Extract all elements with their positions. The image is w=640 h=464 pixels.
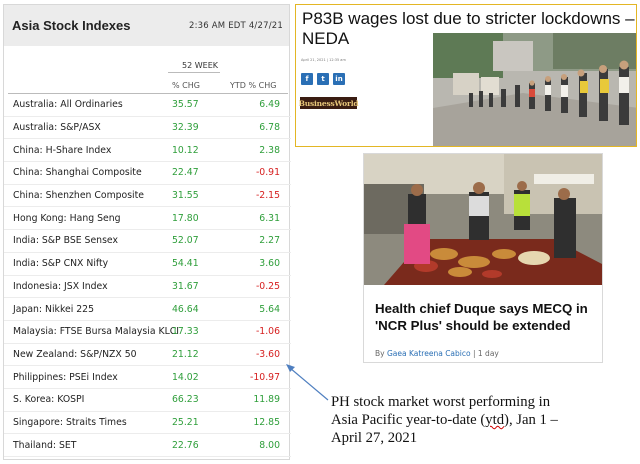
- annotation-note: PH stock market worst performing in Asia…: [331, 393, 631, 447]
- table-row[interactable]: Japan: Nikkei 225 46.64 5.64: [4, 298, 291, 321]
- ytd-change-value: -0.91: [255, 167, 280, 179]
- table-row[interactable]: India: S&P CNX Nifty 54.41 3.60: [4, 253, 291, 276]
- table-row[interactable]: China: Shanghai Composite 22.47 -0.91: [4, 162, 291, 185]
- week-change-value: 52.07: [172, 235, 199, 247]
- news-date: April 21, 2021 | 12:35 am: [301, 58, 346, 62]
- table-row[interactable]: China: Shenzhen Composite 31.55 -2.15: [4, 185, 291, 208]
- stock-panel-header: Asia Stock Indexes 2:36 AM EDT 4/27/21: [4, 5, 289, 46]
- table-row[interactable]: Malaysia: FTSE Bursa Malaysia KLCI 17.33 -…: [4, 321, 291, 344]
- annotation-line-2: Asia Pacific year-to-date (ytd), Jan 1 –: [331, 412, 558, 428]
- table-row[interactable]: Australia: S&P/ASX 32.39 6.78: [4, 117, 291, 140]
- week-change-value: 54.41: [172, 258, 199, 270]
- news-headline[interactable]: Health chief Duque says MECQ in 'NCR Plu…: [375, 300, 600, 334]
- period-divider: [168, 72, 220, 73]
- news-byline: By Gaea Katreena Cabico | 1 day: [375, 349, 499, 358]
- twitter-share-icon[interactable]: t: [317, 73, 329, 85]
- index-name[interactable]: Thailand: SET: [13, 440, 76, 451]
- table-row[interactable]: Philippines: PSEi Index 14.02 -10.97: [4, 366, 291, 389]
- index-name[interactable]: Indonesia: JSX Index: [13, 281, 108, 292]
- byline-prefix: By: [375, 349, 385, 358]
- byline-separator: |: [472, 349, 476, 358]
- ytd-change-value: 6.31: [259, 212, 280, 224]
- news-photo-queue: [433, 33, 636, 146]
- news-card-duque[interactable]: Health chief Duque says MECQ in 'NCR Plu…: [363, 153, 603, 363]
- week-change-value: 17.80: [172, 212, 199, 224]
- index-name[interactable]: Japan: Nikkei 225: [13, 304, 94, 315]
- publisher-logo: BusinessWorld: [298, 97, 359, 109]
- author-link[interactable]: Gaea Katreena Cabico: [387, 349, 471, 358]
- ytd-change-value: 6.78: [259, 122, 280, 134]
- ytd-change-value: -1.06: [255, 326, 280, 338]
- share-buttons: f t in: [301, 73, 345, 85]
- week-change-value: 22.47: [172, 167, 199, 179]
- index-name[interactable]: India: S&P BSE Sensex: [13, 235, 118, 246]
- ytd-change-value: 3.60: [259, 258, 280, 270]
- news-photo-market: [364, 154, 602, 285]
- index-name[interactable]: China: Shenzhen Composite: [13, 190, 144, 201]
- queue-photo-illustration: [433, 33, 636, 146]
- week-change-value: 14.02: [172, 371, 199, 383]
- news-card-wages[interactable]: P83B wages lost due to stricter lockdown…: [295, 4, 637, 147]
- asia-stock-indexes-panel: Asia Stock Indexes 2:36 AM EDT 4/27/21 5…: [3, 4, 291, 460]
- index-name[interactable]: S. Korea: KOSPI: [13, 394, 84, 405]
- linkedin-share-icon[interactable]: in: [333, 73, 345, 85]
- week-change-value: 66.23: [172, 394, 199, 406]
- table-row[interactable]: S. Korea: KOSPI 66.23 11.89: [4, 389, 291, 412]
- ytd-change-value: 5.64: [259, 303, 280, 315]
- ytd-change-value: 11.89: [253, 394, 280, 406]
- week-change-value: 25.21: [172, 416, 199, 428]
- annotation-line-3: April 27, 2021: [331, 430, 418, 446]
- ytd-change-value: 6.49: [259, 99, 280, 111]
- week-change-value: 21.12: [172, 348, 199, 360]
- index-name[interactable]: Australia: S&P/ASX: [13, 122, 101, 133]
- week-change-value: 32.39: [172, 122, 199, 134]
- column-header-chg[interactable]: % CHG: [172, 81, 200, 90]
- annotation-line-1: PH stock market worst performing in: [331, 394, 551, 410]
- ytd-change-value: 8.00: [259, 439, 280, 451]
- table-row[interactable]: China: H-Share Index 10.12 2.38: [4, 139, 291, 163]
- index-name[interactable]: New Zealand: S&P/NZX 50: [13, 349, 137, 360]
- ytd-change-value: -10.97: [250, 371, 280, 383]
- index-name[interactable]: India: S&P CNX Nifty: [13, 258, 108, 269]
- week-change-value: 31.55: [172, 190, 199, 202]
- facebook-share-icon[interactable]: f: [301, 73, 313, 85]
- week-change-value: 35.57: [172, 99, 199, 111]
- stock-panel-title: Asia Stock Indexes: [12, 18, 131, 33]
- week-change-value: 17.33: [172, 326, 199, 338]
- ytd-change-value: -3.60: [255, 348, 280, 360]
- index-name[interactable]: China: H-Share Index: [13, 145, 111, 156]
- ytd-change-value: -2.15: [255, 190, 280, 202]
- ytd-change-value: 2.38: [259, 144, 280, 156]
- market-photo-illustration: [364, 154, 602, 285]
- ytd-word: ytd: [485, 412, 505, 428]
- arrow-icon: [286, 364, 329, 401]
- table-row[interactable]: New Zealand: S&P/NZX 50 21.12 -3.60: [4, 344, 291, 367]
- table-row[interactable]: Singapore: Straits Times 25.21 12.85: [4, 412, 291, 435]
- week-change-value: 22.76: [172, 439, 199, 451]
- week-change-value: 10.12: [172, 144, 199, 156]
- week-change-value: 31.67: [172, 280, 199, 292]
- table-row[interactable]: Thailand: SET 22.76 8.00: [4, 434, 291, 457]
- article-age: 1 day: [477, 349, 499, 358]
- index-name[interactable]: Hong Kong: Hang Seng: [13, 213, 120, 224]
- index-name[interactable]: China: Shanghai Composite: [13, 167, 142, 178]
- column-header-ytd[interactable]: YTD % CHG: [230, 81, 276, 90]
- index-name[interactable]: Singapore: Straits Times: [13, 417, 127, 428]
- table-row[interactable]: Indonesia: JSX Index 31.67 -0.25: [4, 276, 291, 299]
- index-name[interactable]: Australia: All Ordinaries: [13, 99, 123, 110]
- table-row[interactable]: India: S&P BSE Sensex 52.07 2.27: [4, 230, 291, 253]
- table-row[interactable]: Hong Kong: Hang Seng 17.80 6.31: [4, 207, 291, 231]
- stock-panel-timestamp: 2:36 AM EDT 4/27/21: [188, 20, 283, 31]
- week-change-value: 46.64: [172, 303, 199, 315]
- index-name[interactable]: Philippines: PSEi Index: [13, 372, 118, 383]
- ytd-change-value: 2.27: [259, 235, 280, 247]
- ytd-change-value: 12.85: [253, 416, 280, 428]
- table-row[interactable]: Australia: All Ordinaries 35.57 6.49: [4, 94, 291, 117]
- stock-rows: Australia: All Ordinaries 35.57 6.49 Austra…: [4, 94, 291, 457]
- period-label: 52 WEEK: [182, 61, 218, 70]
- index-name[interactable]: Malaysia: FTSE Bursa Malaysia KLCI: [13, 326, 179, 337]
- ytd-change-value: -0.25: [255, 280, 280, 292]
